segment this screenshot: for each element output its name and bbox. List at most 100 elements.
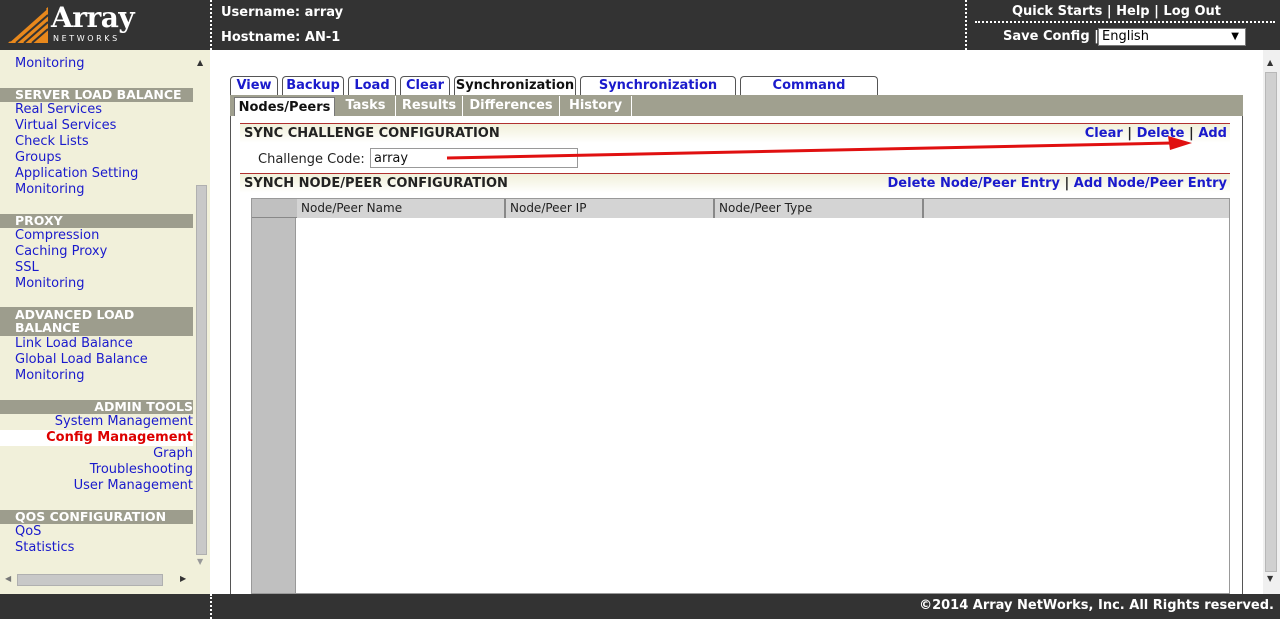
subtab-differences[interactable]: Differences bbox=[463, 96, 560, 116]
save-config-link[interactable]: Save Config | bbox=[1003, 29, 1099, 44]
link-sep: | bbox=[1127, 126, 1133, 141]
sidebar-item-virtual-services[interactable]: Virtual Services bbox=[15, 118, 116, 134]
add-node-peer-link[interactable]: Add Node/Peer Entry bbox=[1074, 176, 1227, 191]
scroll-right-arrow-icon[interactable]: ▶ bbox=[180, 574, 186, 583]
scroll-up-arrow-icon[interactable]: ▲ bbox=[197, 58, 203, 67]
sidebar-section-proxy: PROXY bbox=[0, 214, 193, 228]
brand-wordmark: Array bbox=[51, 1, 135, 34]
scroll-up-arrow-icon[interactable]: ▲ bbox=[1267, 58, 1273, 67]
copyright-text: ©2014 Array NetWorks, Inc. All Rights re… bbox=[919, 598, 1274, 613]
subtab-results[interactable]: Results bbox=[396, 96, 463, 116]
footer-divider bbox=[210, 594, 212, 619]
link-sep: | bbox=[1189, 126, 1194, 141]
header-divider-right bbox=[965, 0, 967, 50]
add-link[interactable]: Add bbox=[1198, 126, 1227, 141]
main-scroll-thumb[interactable] bbox=[1265, 72, 1277, 572]
main-content: View Backup Load Clear Synchronization S… bbox=[213, 50, 1263, 594]
challenge-code-label: Challenge Code: bbox=[258, 152, 365, 167]
sync-node-header: SYNCH NODE/PEER CONFIGURATION Delete Nod… bbox=[240, 173, 1230, 193]
dropdown-arrow-icon: ▼ bbox=[1231, 31, 1239, 42]
scroll-left-arrow-icon[interactable]: ◀ bbox=[5, 574, 11, 583]
sidebar-section-advanced-load-balance: ADVANCED LOAD BALANCE bbox=[0, 307, 193, 336]
sidebar-item-config-management[interactable]: Config Management bbox=[46, 430, 193, 446]
sidebar-item-system-management[interactable]: System Management bbox=[55, 414, 193, 430]
tab-clear[interactable]: Clear bbox=[400, 76, 450, 96]
tab-synchronization-sdns[interactable]: Synchronization Sdns bbox=[580, 76, 736, 111]
scroll-down-arrow-icon[interactable]: ▼ bbox=[197, 557, 203, 566]
sidebar-item-qos[interactable]: QoS bbox=[15, 524, 41, 540]
sidebar-item-user-management[interactable]: User Management bbox=[74, 478, 193, 494]
alb-title-line2: BALANCE bbox=[15, 320, 81, 335]
sidebar-item-troubleshooting[interactable]: Troubleshooting bbox=[90, 462, 193, 478]
top-header: Array NETWORKS Username: array Hostname:… bbox=[0, 0, 1280, 50]
header-dotted-separator bbox=[975, 21, 1275, 23]
table-header-row: Node/Peer Name Node/Peer IP Node/Peer Ty… bbox=[252, 199, 1229, 218]
quick-sep: | bbox=[1154, 4, 1159, 19]
column-node-peer-type[interactable]: Node/Peer Type bbox=[715, 199, 924, 218]
sidebar-item-ssl[interactable]: SSL bbox=[15, 260, 39, 276]
sync-challenge-actions: Clear | Delete | Add bbox=[1085, 124, 1227, 144]
scroll-down-arrow-icon[interactable]: ▼ bbox=[1267, 574, 1273, 583]
logout-link[interactable]: Log Out bbox=[1163, 4, 1221, 19]
tab-backup[interactable]: Backup bbox=[282, 76, 344, 96]
left-navigation: Monitoring SERVER LOAD BALANCE Real Serv… bbox=[0, 50, 210, 594]
subtab-history[interactable]: History bbox=[560, 96, 632, 116]
sidebar-section-admin-tools: ADMIN TOOLS bbox=[0, 400, 193, 414]
brand-subtitle: NETWORKS bbox=[53, 34, 120, 43]
challenge-code-input[interactable] bbox=[370, 148, 578, 168]
node-peer-table: Node/Peer Name Node/Peer IP Node/Peer Ty… bbox=[251, 198, 1230, 594]
sidebar-item-link-load-balance[interactable]: Link Load Balance bbox=[15, 336, 133, 352]
delete-node-peer-link[interactable]: Delete Node/Peer Entry bbox=[888, 176, 1060, 191]
delete-link[interactable]: Delete bbox=[1137, 126, 1185, 141]
footer: ©2014 Array NetWorks, Inc. All Rights re… bbox=[0, 594, 1280, 619]
sidebar-section-server-load-balance: SERVER LOAD BALANCE bbox=[0, 88, 193, 102]
sidebar-horizontal-scrollbar[interactable]: ◀ ▶ bbox=[0, 572, 210, 589]
sidebar-section-qos-configuration: QOS CONFIGURATION bbox=[0, 510, 193, 524]
sidebar-vertical-scrollbar[interactable]: ▲ ▼ bbox=[193, 50, 210, 572]
quick-links: Quick Starts | Help | Log Out bbox=[1012, 4, 1221, 19]
header-actions: Quick Starts | Help | Log Out Save Confi… bbox=[975, 0, 1280, 50]
table-row-header-column bbox=[252, 199, 296, 593]
column-node-peer-ip[interactable]: Node/Peer IP bbox=[506, 199, 715, 218]
array-networks-logo: Array NETWORKS bbox=[8, 1, 208, 45]
column-node-peer-name[interactable]: Node/Peer Name bbox=[297, 199, 506, 218]
username-label: Username: array bbox=[221, 5, 344, 20]
subtab-tasks[interactable]: Tasks bbox=[336, 96, 396, 116]
sidebar-item-real-services[interactable]: Real Services bbox=[15, 102, 102, 118]
clear-link[interactable]: Clear bbox=[1085, 126, 1123, 141]
sync-node-actions: Delete Node/Peer Entry | Add Node/Peer E… bbox=[888, 174, 1227, 194]
array-logo-mark-icon bbox=[8, 7, 48, 43]
sidebar-item-caching-proxy[interactable]: Caching Proxy bbox=[15, 244, 107, 260]
hostname-label: Hostname: AN-1 bbox=[221, 30, 341, 45]
tab-view[interactable]: View bbox=[230, 76, 278, 96]
sidebar-item-groups[interactable]: Groups bbox=[15, 150, 61, 166]
sidebar-item-proxy-monitoring[interactable]: Monitoring bbox=[15, 276, 85, 292]
sync-node-title: SYNCH NODE/PEER CONFIGURATION bbox=[244, 176, 508, 191]
help-link[interactable]: Help bbox=[1116, 4, 1149, 19]
sidebar-item-monitoring-top[interactable]: Monitoring bbox=[15, 56, 85, 72]
sync-challenge-title: SYNC CHALLENGE CONFIGURATION bbox=[244, 126, 500, 141]
tab-synchronization[interactable]: Synchronization bbox=[454, 76, 576, 97]
main-vertical-scrollbar[interactable]: ▲ ▼ bbox=[1263, 50, 1280, 594]
sidebar-item-slb-monitoring[interactable]: Monitoring bbox=[15, 182, 85, 198]
sidebar-item-global-load-balance[interactable]: Global Load Balance bbox=[15, 352, 148, 368]
sidebar-item-application-setting[interactable]: Application Setting bbox=[15, 166, 138, 182]
sidebar-hscroll-thumb[interactable] bbox=[17, 574, 163, 586]
tab-load[interactable]: Load bbox=[348, 76, 396, 96]
subtab-bar: Nodes/Peers Tasks Results Differences Hi… bbox=[230, 95, 1243, 116]
sidebar-item-statistics[interactable]: Statistics bbox=[15, 540, 74, 556]
language-value: English bbox=[1102, 29, 1149, 44]
language-select[interactable]: English ▼ bbox=[1098, 28, 1246, 46]
sidebar-scroll-thumb[interactable] bbox=[196, 185, 207, 555]
sidebar-item-check-lists[interactable]: Check Lists bbox=[15, 134, 89, 150]
sidebar-item-compression[interactable]: Compression bbox=[15, 228, 99, 244]
quick-starts-link[interactable]: Quick Starts bbox=[1012, 4, 1102, 19]
sidebar-item-graph[interactable]: Graph bbox=[153, 446, 193, 462]
link-sep: | bbox=[1064, 176, 1070, 191]
sync-challenge-header: SYNC CHALLENGE CONFIGURATION Clear | Del… bbox=[240, 123, 1230, 143]
quick-sep: | bbox=[1106, 4, 1112, 19]
header-divider bbox=[210, 0, 212, 50]
tab-command-timeout[interactable]: Command Timeout bbox=[740, 76, 878, 111]
subtab-nodes-peers[interactable]: Nodes/Peers bbox=[234, 97, 335, 116]
sidebar-item-alb-monitoring[interactable]: Monitoring bbox=[15, 368, 85, 384]
